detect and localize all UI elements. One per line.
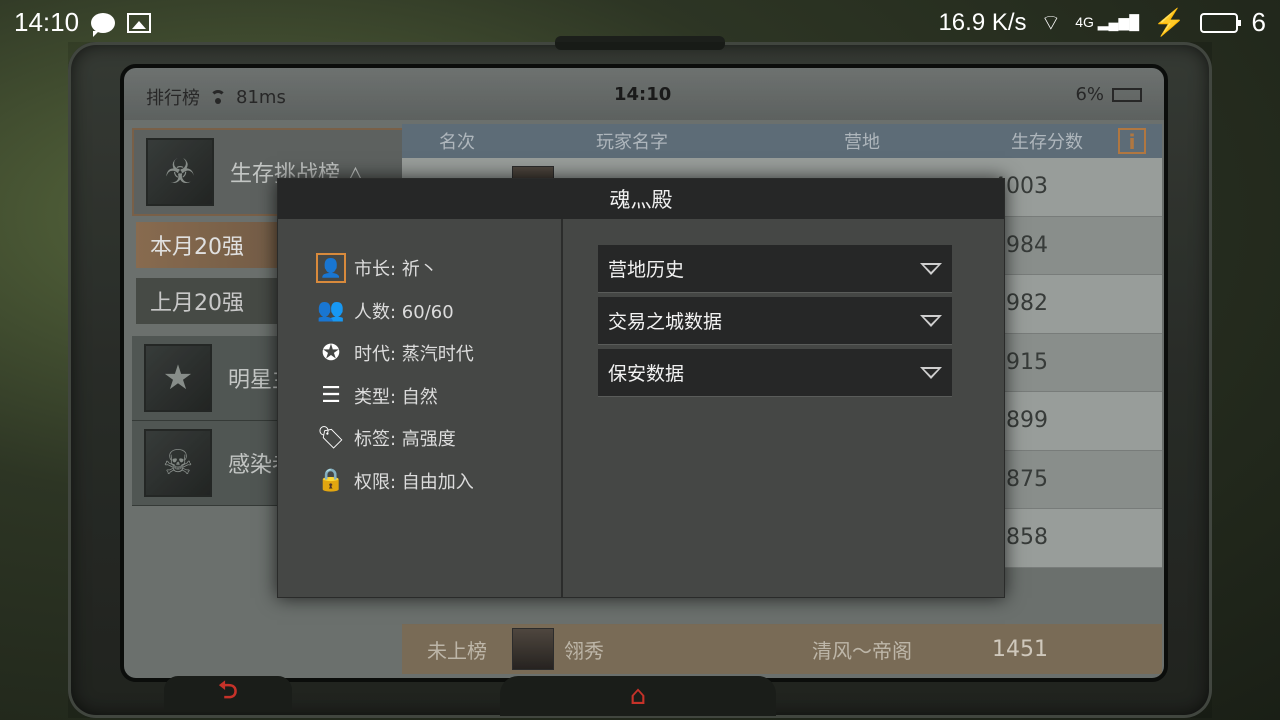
back-button[interactable]: ⮌: [164, 676, 292, 710]
info-permission: 🔒 权限: 自由加入: [316, 460, 474, 503]
chevron-down-icon: [920, 366, 942, 379]
col-rank: 名次: [439, 132, 475, 153]
home-button[interactable]: ⌂: [500, 676, 776, 716]
battery-level: 6: [1251, 7, 1266, 37]
self-rank-row[interactable]: 未上榜 翎秀 清风～帝阁 1451: [402, 624, 1162, 674]
battery-icon: [1112, 87, 1142, 102]
info-members: 👥 人数: 60/60: [316, 290, 474, 333]
screen-battery-text: 6%: [1075, 84, 1104, 105]
info-icon[interactable]: i: [1118, 128, 1146, 154]
home-icon: ⌂: [629, 681, 647, 711]
device-notch: [555, 36, 725, 50]
members-icon: 👥: [317, 298, 345, 324]
charging-icon: ⚡: [1153, 7, 1186, 37]
col-player: 玩家名字: [596, 132, 668, 153]
type-icon: ☰: [321, 383, 341, 409]
modal-title: 魂灬殿: [278, 179, 1004, 219]
info-type: ☰ 类型: 自然: [316, 375, 474, 418]
camp-info-list: 👤 市长: 祈丶 👥 人数: 60/60 ✪ 时代: 蒸汽时代 ☰ 类型: 自然…: [316, 247, 474, 502]
col-score: 生存分数: [1011, 132, 1083, 153]
screen-time: 14:10: [614, 84, 672, 105]
lock-icon: 🔒: [317, 468, 345, 494]
data-sections: 营地历史 交易之城数据 保安数据: [598, 245, 952, 401]
net-speed: 16.9 K/s: [938, 8, 1027, 36]
chevron-down-icon: [920, 262, 942, 275]
leader-icon: 👤: [316, 253, 346, 284]
info-era: ✪ 时代: 蒸汽时代: [316, 332, 474, 375]
era-icon: ✪: [321, 340, 341, 366]
screen-title: 排行榜: [146, 88, 200, 109]
wifi-icon: ⌔: [1040, 9, 1062, 35]
section-camp-history[interactable]: 营地历史: [598, 245, 952, 293]
tag-icon: 🏷: [317, 425, 345, 451]
stars-emblem-icon: ★: [144, 344, 212, 412]
ping-text: 81ms: [236, 86, 286, 108]
section-trade-city-data[interactable]: 交易之城数据: [598, 297, 952, 345]
chevron-down-icon: [920, 314, 942, 327]
section-security-data[interactable]: 保安数据: [598, 349, 952, 397]
status-time: 14:10: [14, 7, 80, 37]
battery-icon: [1199, 12, 1241, 33]
info-tag: 🏷 标签: 高强度: [316, 417, 474, 460]
gasmask-emblem-icon: ☣: [146, 138, 214, 206]
back-arrow-icon: ⮌: [218, 675, 238, 704]
screen-status-bar: 排行榜 81ms 14:10 6%: [124, 68, 1164, 120]
info-leader: 👤 市长: 祈丶: [316, 247, 474, 290]
table-header: 名次 玩家名字 营地 生存分数: [402, 124, 1162, 158]
signal-icon: 4G ▂▄▆█: [1075, 14, 1140, 30]
avatar: [512, 628, 554, 670]
chat-notification-icon: [91, 12, 116, 37]
camp-info-modal: 魂灬殿 👤 市长: 祈丶 👥 人数: 60/60 ✪ 时代: 蒸汽时代 ☰ 类型…: [277, 178, 1005, 598]
col-camp: 营地: [844, 132, 880, 153]
gallery-notification-icon: [127, 12, 152, 33]
skull-emblem-icon: ☠: [144, 429, 212, 497]
wifi-icon: [208, 90, 228, 104]
modal-divider: [561, 219, 563, 597]
